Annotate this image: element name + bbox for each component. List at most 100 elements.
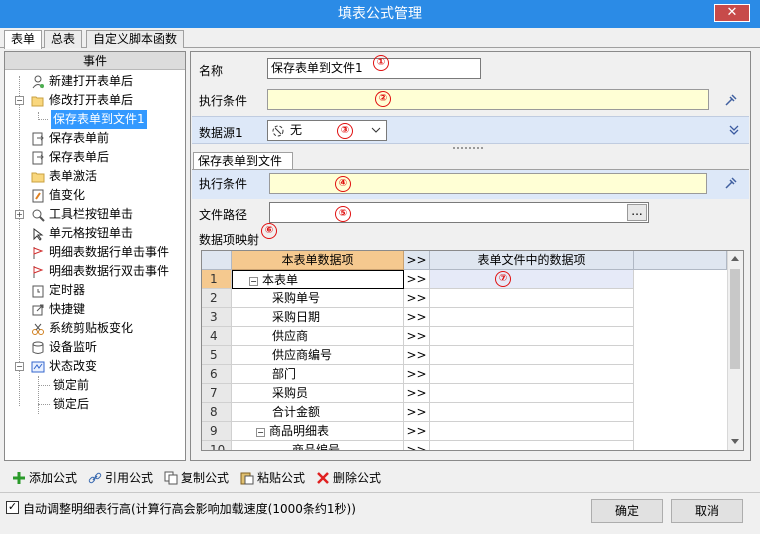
tree-item-save-to-file[interactable]: 保存表单到文件1 [51, 110, 147, 129]
data-source-select[interactable]: 无 [267, 120, 387, 141]
target-item-cell[interactable] [430, 308, 634, 327]
tree-item-timer[interactable]: 定时器 [31, 281, 85, 300]
add-formula-button[interactable]: 添加公式 [12, 469, 77, 487]
tree-item-detail-row-dblclick[interactable]: 明细表数据行双击事件 [31, 262, 169, 281]
source-item-cell[interactable]: 采购单号 [232, 289, 404, 308]
target-item-cell[interactable] [430, 441, 634, 450]
cancel-button[interactable]: 取消 [671, 499, 743, 523]
scroll-up-icon[interactable] [731, 255, 739, 261]
tab-summary[interactable]: 总表 [44, 30, 83, 48]
target-item-cell[interactable] [430, 422, 634, 441]
arrow-cell[interactable]: >> [404, 365, 430, 384]
target-item-cell[interactable] [430, 270, 634, 289]
source-item-cell[interactable]: 部门 [232, 365, 404, 384]
tree-item-clipboard-change[interactable]: 系统剪贴板变化 [31, 319, 133, 338]
source-item-cell[interactable]: 采购日期 [232, 308, 404, 327]
browse-button[interactable]: ... [627, 204, 647, 221]
formula-editor-icon[interactable] [723, 92, 739, 108]
formula-editor-icon[interactable] [723, 175, 739, 191]
table-row[interactable]: 2 采购单号 >> [202, 289, 727, 308]
ok-button[interactable]: 确定 [591, 499, 663, 523]
target-item-cell[interactable] [430, 365, 634, 384]
row-number-cell[interactable]: 9 [202, 422, 232, 441]
column-header-target[interactable]: 表单文件中的数据项 [430, 251, 634, 270]
tree-item-after-save[interactable]: 保存表单后 [31, 148, 109, 167]
tree-item-before-lock[interactable]: 锁定前 [53, 376, 89, 395]
row-number-cell[interactable]: 4 [202, 327, 232, 346]
tree-item-device-listen[interactable]: 设备监听 [31, 338, 97, 357]
tree-item-toolbar-click[interactable]: 工具栏按钮单击 [31, 205, 133, 224]
table-row[interactable]: 7 采购员 >> [202, 384, 727, 403]
tree-item-modify-open[interactable]: 修改打开表单后 [31, 91, 133, 110]
column-header-arrow[interactable]: >> [404, 251, 430, 270]
collapse-icon[interactable]: − [256, 428, 265, 437]
row-number-cell[interactable]: 7 [202, 384, 232, 403]
table-row[interactable]: 4 供应商 >> [202, 327, 727, 346]
arrow-cell[interactable]: >> [404, 346, 430, 365]
source-item-cell[interactable]: 采购员 [232, 384, 404, 403]
source-item-cell[interactable]: − 本表单 [232, 270, 404, 289]
row-number-cell[interactable]: 10 [202, 441, 232, 450]
arrow-cell[interactable]: >> [404, 289, 430, 308]
paste-formula-button[interactable]: 粘贴公式 [240, 469, 305, 487]
tree-item-detail-row-click[interactable]: 明细表数据行单击事件 [31, 243, 169, 262]
row-number-cell[interactable]: 2 [202, 289, 232, 308]
tree-item-after-lock[interactable]: 锁定后 [53, 395, 89, 414]
tab-save-to-file[interactable]: 保存表单到文件 [193, 152, 293, 170]
copy-formula-button[interactable]: 复制公式 [164, 469, 229, 487]
table-row[interactable]: 10 商品编号 >> [202, 441, 727, 450]
target-item-cell[interactable] [430, 403, 634, 422]
arrow-cell[interactable]: >> [404, 308, 430, 327]
row-number-cell[interactable]: 5 [202, 346, 232, 365]
table-row[interactable]: 5 供应商编号 >> [202, 346, 727, 365]
arrow-cell[interactable]: >> [404, 327, 430, 346]
table-row[interactable]: 9− 商品明细表 >> [202, 422, 727, 441]
target-item-cell[interactable] [430, 327, 634, 346]
tab-custom-script[interactable]: 自定义脚本函数 [86, 30, 185, 48]
tree-item-cell-button-click[interactable]: 单元格按钮单击 [31, 224, 133, 243]
collapse-icon[interactable]: − [15, 96, 24, 105]
column-header-source[interactable]: 本表单数据项 [232, 251, 404, 270]
row-number-cell[interactable]: 1 [202, 270, 232, 289]
scrollbar-thumb[interactable] [730, 269, 740, 369]
expand-icon[interactable]: + [15, 210, 24, 219]
collapse-icon[interactable]: − [15, 362, 24, 371]
source-item-cell[interactable]: 供应商 [232, 327, 404, 346]
double-chevron-down-icon[interactable] [728, 124, 740, 136]
scroll-down-icon[interactable] [731, 439, 739, 445]
source-item-cell[interactable]: 供应商编号 [232, 346, 404, 365]
row-number-cell[interactable]: 6 [202, 365, 232, 384]
reference-formula-button[interactable]: 引用公式 [88, 469, 153, 487]
delete-formula-button[interactable]: 删除公式 [316, 469, 381, 487]
source-item-cell[interactable]: − 商品明细表 [232, 422, 404, 441]
table-row[interactable]: 1− 本表单 >> [202, 270, 727, 289]
arrow-cell[interactable]: >> [404, 384, 430, 403]
condition-field[interactable] [267, 89, 709, 110]
table-row[interactable]: 3 采购日期 >> [202, 308, 727, 327]
tree-item-state-change[interactable]: 状态改变 [31, 357, 97, 376]
arrow-cell[interactable]: >> [404, 441, 430, 450]
row-number-cell[interactable]: 8 [202, 403, 232, 422]
target-item-cell[interactable] [430, 346, 634, 365]
file-path-field[interactable] [269, 202, 649, 223]
tree-item-new-open[interactable]: 新建打开表单后 [31, 72, 133, 91]
source-item-cell[interactable]: 合计金额 [232, 403, 404, 422]
tree-item-before-save[interactable]: 保存表单前 [31, 129, 109, 148]
splitter-grip[interactable] [453, 147, 483, 150]
arrow-cell[interactable]: >> [404, 270, 430, 289]
source-item-cell[interactable]: 商品编号 [232, 441, 404, 450]
auto-adjust-checkbox[interactable]: ✓ [6, 501, 19, 514]
arrow-cell[interactable]: >> [404, 403, 430, 422]
arrow-cell[interactable]: >> [404, 422, 430, 441]
target-item-cell[interactable] [430, 289, 634, 308]
tree-item-form-activate[interactable]: 表单激活 [31, 167, 97, 186]
target-item-cell[interactable] [430, 384, 634, 403]
tree-item-value-change[interactable]: 值变化 [31, 186, 85, 205]
table-row[interactable]: 8 合计金额 >> [202, 403, 727, 422]
tree-item-shortcut[interactable]: 快捷键 [31, 300, 85, 319]
collapse-icon[interactable]: − [249, 277, 258, 286]
close-button[interactable]: ✕ [714, 4, 750, 22]
table-row[interactable]: 6 部门 >> [202, 365, 727, 384]
row-number-cell[interactable]: 3 [202, 308, 232, 327]
tab-form[interactable]: 表单 [4, 30, 43, 49]
